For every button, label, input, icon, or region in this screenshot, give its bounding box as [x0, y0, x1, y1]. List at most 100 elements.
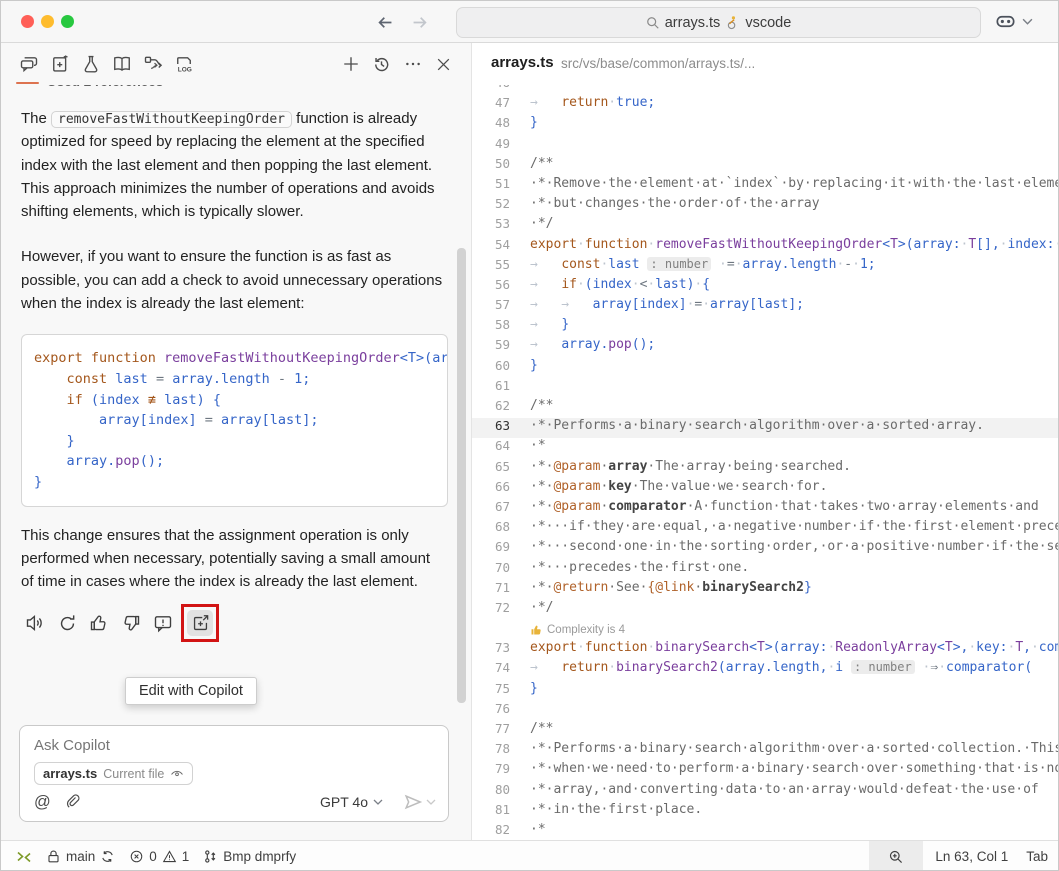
mention-context-button[interactable]: @: [34, 793, 51, 812]
line-number: 49: [472, 136, 510, 156]
code-line[interactable]: 75}: [472, 681, 1059, 701]
copilot-menu-button[interactable]: [995, 11, 1033, 32]
tab-references[interactable]: [137, 43, 168, 85]
code-line[interactable]: 77/**: [472, 721, 1059, 741]
line-number: 71: [472, 580, 510, 600]
code-line[interactable]: 57→ → array[index]·=·array[last];: [472, 297, 1059, 317]
code-line[interactable]: 54export·function·removeFastWithoutKeepi…: [472, 237, 1059, 257]
code-line[interactable]: 70·*···precedes·the·first·one.: [472, 560, 1059, 580]
edit-with-copilot-wrap: [183, 606, 217, 640]
report-issue-button[interactable]: [151, 611, 175, 635]
regenerate-button[interactable]: [55, 611, 79, 635]
command-center-search[interactable]: arrays.ts vscode: [456, 7, 981, 38]
line-number: 66: [472, 479, 510, 499]
read-aloud-button[interactable]: [23, 611, 47, 635]
code-line[interactable]: 62/**: [472, 398, 1059, 418]
line-content: ·*·@return·See·{@link·binarySearch2}: [530, 580, 812, 600]
code-line[interactable]: 56→ if·(index·<·last)·{: [472, 277, 1059, 297]
code-line[interactable]: 61: [472, 378, 1059, 398]
chat-scrollbar[interactable]: [457, 248, 466, 703]
more-actions-button[interactable]: [397, 43, 428, 85]
code-line[interactable]: 52·*·but·changes·the·order·of·the·array: [472, 196, 1059, 216]
attach-icon[interactable]: [65, 794, 81, 810]
chat-toolbar: LOG: [1, 43, 471, 85]
code-line[interactable]: 78·*·Performs·a·binary·search·algorithm·…: [472, 741, 1059, 761]
code-line[interactable]: 47→ return·true;: [472, 95, 1059, 115]
code-line[interactable]: 58→ }: [472, 317, 1059, 337]
code-line[interactable]: 66·*·@param·key·The·value·we·search·for.: [472, 479, 1059, 499]
cursor-position[interactable]: Ln 63, Col 1: [923, 841, 1020, 871]
tab-experiments[interactable]: [75, 43, 106, 85]
code-line[interactable]: 55→ const·last : number ·=·array.length·…: [472, 257, 1059, 277]
chat-input-box[interactable]: Ask Copilot arrays.ts Current file @ GPT…: [19, 725, 449, 822]
line-content: ·*·in·the·first·place.: [530, 802, 702, 822]
code-line[interactable]: 80·*·array,·and·converting·data·to·an·ar…: [472, 782, 1059, 802]
indentation-indicator[interactable]: Tab: [1020, 841, 1058, 871]
code-line[interactable]: 68·*···if·they·are·equal,·a·negative·num…: [472, 519, 1059, 539]
codelens-complexity[interactable]: Complexity is 4: [530, 620, 1059, 640]
code-line[interactable]: 73export·function·binarySearch<T>(array:…: [472, 640, 1059, 660]
minimize-window-button[interactable]: [41, 15, 54, 28]
code-line[interactable]: 79·*·when·we·need·to·perform·a·binary·se…: [472, 761, 1059, 781]
code-line[interactable]: 59→ array.pop();: [472, 337, 1059, 357]
zoom-button[interactable]: [869, 841, 923, 871]
code-line[interactable]: 49: [472, 136, 1059, 156]
code-line[interactable]: 46: [472, 85, 1059, 95]
thumbs-up-button[interactable]: [87, 611, 111, 635]
code-line[interactable]: 51·*·Remove·the·element·at·`index`·by·re…: [472, 176, 1059, 196]
editor-file-name[interactable]: arrays.ts: [491, 54, 554, 71]
used-references-label[interactable]: Used 2 references: [47, 85, 445, 94]
maximize-window-button[interactable]: [61, 15, 74, 28]
send-icon: [403, 792, 423, 812]
breadcrumb[interactable]: src/vs/base/common/arrays.ts/...: [561, 56, 755, 71]
code-line[interactable]: 67·*·@param·comparator·A·function·that·t…: [472, 499, 1059, 519]
line-content: /**: [530, 721, 553, 741]
svg-text:LOG: LOG: [177, 67, 191, 74]
code-line[interactable]: 48}: [472, 115, 1059, 135]
line-content: → return·binarySearch2(array.length,·i :…: [530, 660, 1032, 680]
code-line[interactable]: 69·*···second·one·in·the·sorting·order,·…: [472, 539, 1059, 559]
branch-indicator[interactable]: main: [39, 841, 122, 871]
chat-history-button[interactable]: [366, 43, 397, 85]
code-line[interactable]: 53·*/: [472, 216, 1059, 236]
code-line[interactable]: 74 → return·binarySearch2(array.length,·i…: [472, 660, 1059, 680]
code-line[interactable]: 76: [472, 701, 1059, 721]
session-indicator[interactable]: Bmp dmprfy: [196, 841, 303, 871]
tab-output-log[interactable]: LOG: [168, 43, 199, 85]
line-number: 79: [472, 761, 510, 781]
close-window-button[interactable]: [21, 15, 34, 28]
annotation-red-box: [181, 604, 219, 642]
remote-indicator[interactable]: [9, 841, 39, 871]
context-chip-current-file[interactable]: arrays.ts Current file: [34, 762, 193, 785]
chat-paragraph-2: However, if you want to ensure the funct…: [21, 245, 445, 315]
history-back-button[interactable]: [373, 10, 397, 34]
model-picker[interactable]: GPT 4o: [320, 794, 383, 810]
new-chat-button[interactable]: [335, 43, 366, 85]
code-line[interactable]: 82·*: [472, 822, 1059, 840]
history-forward-button[interactable]: [407, 10, 431, 34]
tab-docs[interactable]: [106, 43, 137, 85]
code-line[interactable]: 81·*·in·the·first·place.: [472, 802, 1059, 822]
close-panel-button[interactable]: [428, 43, 459, 85]
line-number: 60: [472, 358, 510, 378]
chat-messages[interactable]: Used 2 references The removeFastWithoutK…: [1, 85, 471, 719]
code-line[interactable]: 50/**: [472, 156, 1059, 176]
code-line[interactable]: 64·*: [472, 438, 1059, 458]
line-number: 68: [472, 519, 510, 539]
problems-indicator[interactable]: 0 1: [122, 841, 196, 871]
line-number: 74: [472, 660, 510, 680]
thumbs-down-button[interactable]: [119, 611, 143, 635]
line-number: 78: [472, 741, 510, 761]
line-content: }: [530, 358, 538, 378]
beaker-icon: [81, 54, 101, 74]
code-line[interactable]: 65·*·@param·array·The·array·being·search…: [472, 459, 1059, 479]
code-line[interactable]: 60}: [472, 358, 1059, 378]
arrow-right-icon: [410, 13, 429, 32]
code-line-current[interactable]: 63·*·Performs·a·binary·search·algorithm·…: [472, 418, 1059, 438]
code-line[interactable]: 72·*/: [472, 600, 1059, 620]
tab-chat[interactable]: [13, 43, 44, 85]
tab-edit-session[interactable]: [44, 43, 75, 85]
code-line[interactable]: 71 ·*·@return·See·{@link·binarySearch2}: [472, 580, 1059, 600]
code-area[interactable]: 4647→ return·true;48}4950/**51·*·Remove·…: [472, 85, 1059, 840]
send-button[interactable]: [403, 792, 436, 812]
